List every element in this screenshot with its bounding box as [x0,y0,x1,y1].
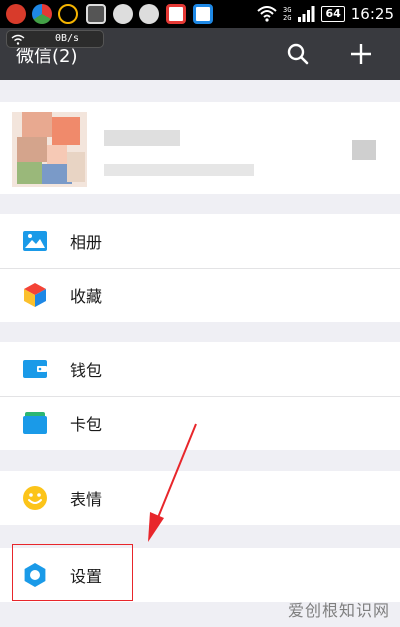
menu-item-label: 钱包 [70,361,103,380]
wechat-notification-icon [139,4,159,24]
search-icon [287,43,309,65]
wechat-notification-icon [113,4,133,24]
menu-item-wallet[interactable]: 钱包 [0,342,400,396]
wallet-icon [22,356,48,382]
stickers-icon [22,485,48,511]
menu-item-label: 收藏 [70,287,103,306]
wifi-icon [11,34,25,45]
network-type-top: 3G [283,6,292,14]
network-speed-overlay[interactable]: 0B/s [6,30,104,48]
menu-group-stickers: 表情 [0,471,400,525]
profile-id-blurred [104,164,254,176]
notification-app-icon [166,4,186,24]
cards-icon [22,410,48,436]
menu-item-label: 相册 [70,233,103,252]
notification-image-icon [86,4,106,24]
watermark: 爱创根知识网 [287,601,390,620]
profile-name-blurred [104,130,180,146]
menu-item-cards[interactable]: 卡包 [0,396,400,450]
battery-indicator: 64 [321,6,345,22]
album-icon [22,228,48,254]
search-button[interactable] [282,39,314,69]
menu-item-label: 卡包 [70,415,103,434]
menu-group-media: 相册 收藏 [0,214,400,322]
notification-app-icon [193,4,213,24]
signal-icon [298,6,315,22]
menu-item-favorites[interactable]: 收藏 [0,268,400,322]
network-type-bottom: 2G [283,14,292,22]
wifi-icon [257,6,277,22]
add-button[interactable] [345,39,377,69]
status-bar: 3G 2G 64 16:25 [0,0,400,28]
menu-item-label: 表情 [70,490,103,509]
plus-icon [351,44,371,64]
menu-item-stickers[interactable]: 表情 [0,471,400,525]
notification-app-icon [32,4,52,24]
avatar[interactable] [12,112,87,187]
settings-highlight-box [12,544,133,601]
menu-item-album[interactable]: 相册 [0,214,400,268]
qr-code-icon[interactable] [352,140,376,160]
notification-app-icon [58,4,78,24]
menu-group-payment: 钱包 卡包 [0,342,400,450]
network-type: 3G 2G [283,6,291,22]
notification-app-icon [6,4,26,24]
clock: 16:25 [350,5,394,23]
profile-card[interactable] [0,102,400,194]
favorites-icon [22,282,48,308]
network-speed-value: 0B/s [55,33,80,44]
